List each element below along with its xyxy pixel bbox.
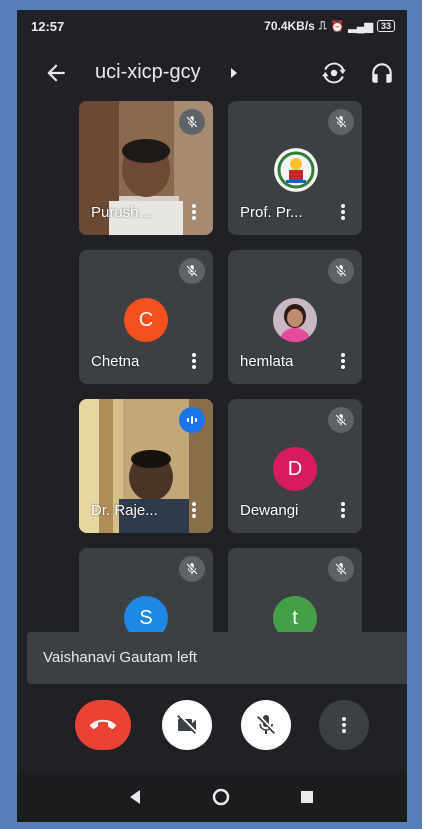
participant-name: Chetna (91, 353, 140, 370)
status-time: 12:57 (31, 19, 65, 34)
mic-off-icon (257, 715, 275, 734)
speaking-indicator (179, 407, 205, 433)
signal-icon: ▂▄▆ (348, 20, 373, 33)
participant-name: Purush... (91, 204, 152, 221)
headset-status-icon: ⎍ (318, 19, 327, 32)
participant-logo-avatar (274, 148, 318, 192)
mic-off-indicator (328, 556, 354, 582)
participant-name: hemlata (240, 353, 294, 370)
more-vert-icon (342, 717, 346, 733)
nav-home-icon[interactable] (212, 788, 230, 806)
toggle-camera-button[interactable] (162, 700, 212, 750)
mic-off-indicator (179, 109, 205, 135)
participant-avatar: D (273, 447, 317, 491)
more-vert-icon[interactable] (340, 352, 346, 370)
mic-off-icon (186, 116, 198, 128)
participant-tile[interactable]: hemlata (228, 250, 362, 384)
mic-off-indicator (328, 258, 354, 284)
caret-right-icon[interactable] (229, 67, 239, 79)
status-bar: 12:57 70.4KB/s ⎍ ⏰ ▂▄▆ 33 (17, 10, 407, 44)
participant-name: Dr. Raje... (91, 502, 158, 519)
phone-hangup-icon (90, 719, 116, 730)
mic-off-indicator (179, 556, 205, 582)
network-speed: 70.4KB/s (264, 19, 315, 33)
mic-off-indicator (328, 407, 354, 433)
participant-tile[interactable]: D Dewangi (228, 399, 362, 533)
participant-tile[interactable]: Purush... (79, 101, 213, 235)
speaking-icon (187, 416, 197, 424)
call-controls (17, 700, 407, 760)
meeting-code[interactable]: uci-xicp-gcy (95, 61, 201, 84)
participant-avatar: C (124, 298, 168, 342)
mic-off-indicator (179, 258, 205, 284)
participant-photo-avatar (273, 298, 317, 342)
status-icons: 70.4KB/s ⎍ ⏰ ▂▄▆ 33 (264, 19, 395, 33)
toast-message: Vaishanavi Gautam left (43, 649, 197, 666)
app-screen: 12:57 70.4KB/s ⎍ ⏰ ▂▄▆ 33 uci-xicp-gcy P… (17, 10, 407, 822)
more-options-button[interactable] (319, 700, 369, 750)
headphones-icon[interactable] (369, 60, 395, 86)
participant-left-toast: Vaishanavi Gautam left (27, 632, 407, 684)
mic-off-indicator (328, 109, 354, 135)
nav-back-icon[interactable] (128, 789, 142, 805)
more-vert-icon[interactable] (191, 203, 197, 221)
participant-tile[interactable]: Dr. Raje... (79, 399, 213, 533)
mic-off-icon (335, 116, 347, 128)
mic-off-icon (335, 265, 347, 277)
battery-icon: 33 (376, 20, 395, 32)
nav-recents-icon[interactable] (300, 790, 314, 804)
toggle-mic-button[interactable] (241, 700, 291, 750)
more-vert-icon[interactable] (191, 352, 197, 370)
participant-name: Dewangi (240, 502, 299, 519)
mic-off-icon (335, 414, 347, 426)
mic-off-icon (186, 563, 198, 575)
back-arrow-icon[interactable] (43, 60, 69, 86)
switch-camera-icon[interactable] (321, 60, 347, 86)
more-vert-icon[interactable] (340, 203, 346, 221)
mic-off-icon (186, 265, 198, 277)
participant-tile[interactable]: Prof. Pr... (228, 101, 362, 235)
alarm-icon: ⏰ (330, 20, 345, 33)
end-call-button[interactable] (75, 700, 131, 750)
mic-off-icon (335, 563, 347, 575)
more-vert-icon[interactable] (340, 501, 346, 519)
videocam-off-icon (177, 715, 196, 734)
participant-tile[interactable]: C Chetna (79, 250, 213, 384)
more-vert-icon[interactable] (191, 501, 197, 519)
meeting-top-bar: uci-xicp-gcy (17, 50, 407, 98)
participant-name: Prof. Pr... (240, 204, 303, 221)
system-navigation-bar (17, 772, 407, 822)
